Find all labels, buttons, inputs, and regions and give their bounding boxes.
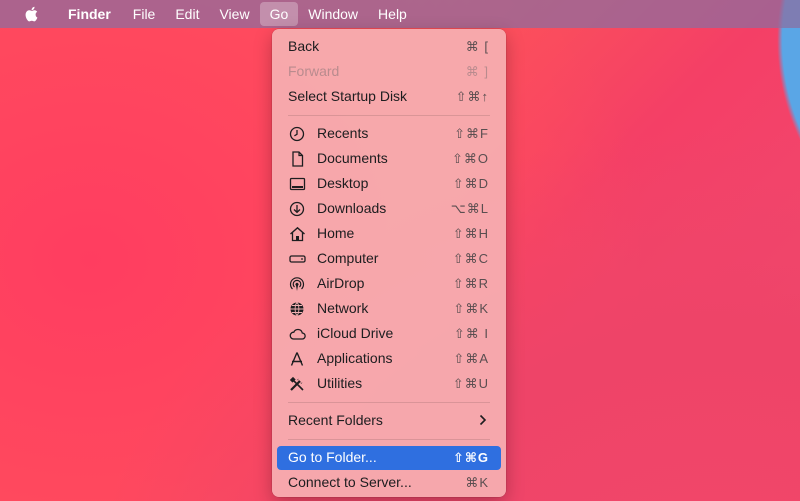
menu-item-shortcut: ⇧⌘H bbox=[452, 226, 489, 241]
menu-separator bbox=[288, 439, 490, 440]
menu-item-connect-to-server[interactable]: Connect to Server... ⌘K bbox=[277, 471, 501, 495]
document-icon bbox=[289, 151, 306, 167]
menu-separator bbox=[288, 115, 490, 116]
menubar-view[interactable]: View bbox=[209, 0, 259, 28]
download-icon bbox=[289, 201, 306, 217]
tools-icon bbox=[289, 376, 306, 392]
menu-item-recent-folders[interactable]: Recent Folders bbox=[277, 409, 501, 433]
menu-item-utilities[interactable]: Utilities ⇧⌘U bbox=[277, 372, 501, 396]
go-menu: Back ⌘ [ Forward ⌘ ] Select Startup Disk… bbox=[272, 29, 506, 497]
menu-item-label: Recent Folders bbox=[288, 412, 383, 428]
cloud-icon bbox=[289, 326, 306, 342]
menu-item-label: Downloads bbox=[317, 200, 387, 216]
menu-item-airdrop[interactable]: AirDrop ⇧⌘R bbox=[277, 272, 501, 296]
menu-item-shortcut: ⇧⌘O bbox=[451, 151, 489, 166]
apple-icon[interactable] bbox=[24, 6, 38, 22]
applications-icon bbox=[289, 351, 306, 367]
menu-item-label: Back bbox=[288, 38, 320, 54]
menu-item-label: Go to Folder... bbox=[288, 449, 377, 465]
menu-item-select-startup-disk[interactable]: Select Startup Disk ⇧⌘↑ bbox=[277, 85, 501, 109]
menu-item-go-to-folder[interactable]: Go to Folder... ⇧⌘G bbox=[277, 446, 501, 470]
menu-item-icloud-drive[interactable]: iCloud Drive ⇧⌘ I bbox=[277, 322, 501, 346]
menu-item-label: Network bbox=[317, 300, 369, 316]
menu-item-applications[interactable]: Applications ⇧⌘A bbox=[277, 347, 501, 371]
menu-item-downloads[interactable]: Downloads ⌥⌘L bbox=[277, 197, 501, 221]
menu-item-shortcut: ⇧⌘C bbox=[452, 251, 489, 266]
menu-item-shortcut: ⇧⌘R bbox=[452, 276, 489, 291]
menu-item-shortcut: ⇧⌘ I bbox=[453, 326, 489, 341]
menu-item-label: Utilities bbox=[317, 375, 363, 391]
menu-item-computer[interactable]: Computer ⇧⌘C bbox=[277, 247, 501, 271]
menubar-file[interactable]: File bbox=[123, 0, 166, 28]
menu-item-label: Recents bbox=[317, 125, 369, 141]
clock-icon bbox=[289, 126, 306, 142]
menu-item-shortcut: ⇧⌘A bbox=[453, 351, 489, 366]
menu-item-home[interactable]: Home ⇧⌘H bbox=[277, 222, 501, 246]
desktop-icon bbox=[289, 176, 306, 192]
airdrop-icon bbox=[289, 276, 306, 292]
menu-item-network[interactable]: Network ⇧⌘K bbox=[277, 297, 501, 321]
menu-item-shortcut: ⌘ ] bbox=[465, 64, 489, 79]
computer-icon bbox=[289, 251, 306, 267]
globe-icon bbox=[289, 301, 306, 317]
menu-item-desktop[interactable]: Desktop ⇧⌘D bbox=[277, 172, 501, 196]
menu-bar: Finder File Edit View Go Window Help bbox=[0, 0, 800, 28]
menu-item-label: Connect to Server... bbox=[288, 474, 412, 490]
menu-item-back[interactable]: Back ⌘ [ bbox=[277, 35, 501, 59]
menu-item-shortcut: ⇧⌘U bbox=[452, 376, 489, 391]
chevron-right-icon bbox=[479, 414, 487, 426]
menubar-go[interactable]: Go bbox=[259, 2, 299, 26]
menubar-help[interactable]: Help bbox=[368, 0, 417, 28]
menubar-edit[interactable]: Edit bbox=[165, 0, 209, 28]
menu-item-label: AirDrop bbox=[317, 275, 365, 291]
menu-item-shortcut: ⇧⌘G bbox=[452, 450, 489, 465]
menu-item-documents[interactable]: Documents ⇧⌘O bbox=[277, 147, 501, 171]
menu-item-forward[interactable]: Forward ⌘ ] bbox=[277, 60, 501, 84]
menu-item-shortcut: ⇧⌘D bbox=[452, 176, 489, 191]
menu-separator bbox=[288, 402, 490, 403]
menu-item-shortcut: ⌥⌘L bbox=[450, 201, 489, 216]
menubar-window[interactable]: Window bbox=[298, 0, 368, 28]
menu-item-shortcut: ⌘K bbox=[465, 475, 489, 490]
menu-item-label: Home bbox=[317, 225, 355, 241]
menu-item-label: Desktop bbox=[317, 175, 369, 191]
menu-item-label: Forward bbox=[288, 63, 340, 79]
menu-item-shortcut: ⌘ [ bbox=[465, 39, 489, 54]
menu-item-shortcut: ⇧⌘↑ bbox=[455, 89, 489, 104]
menu-item-label: Documents bbox=[317, 150, 388, 166]
menu-item-label: Computer bbox=[317, 250, 379, 266]
home-icon bbox=[289, 226, 306, 242]
menu-item-recents[interactable]: Recents ⇧⌘F bbox=[277, 122, 501, 146]
menubar-finder[interactable]: Finder bbox=[58, 0, 121, 28]
menu-item-label: Applications bbox=[317, 350, 393, 366]
menu-item-shortcut: ⇧⌘F bbox=[454, 126, 489, 141]
menu-item-shortcut: ⇧⌘K bbox=[453, 301, 489, 316]
menu-item-label: Select Startup Disk bbox=[288, 88, 408, 104]
menu-item-label: iCloud Drive bbox=[317, 325, 394, 341]
